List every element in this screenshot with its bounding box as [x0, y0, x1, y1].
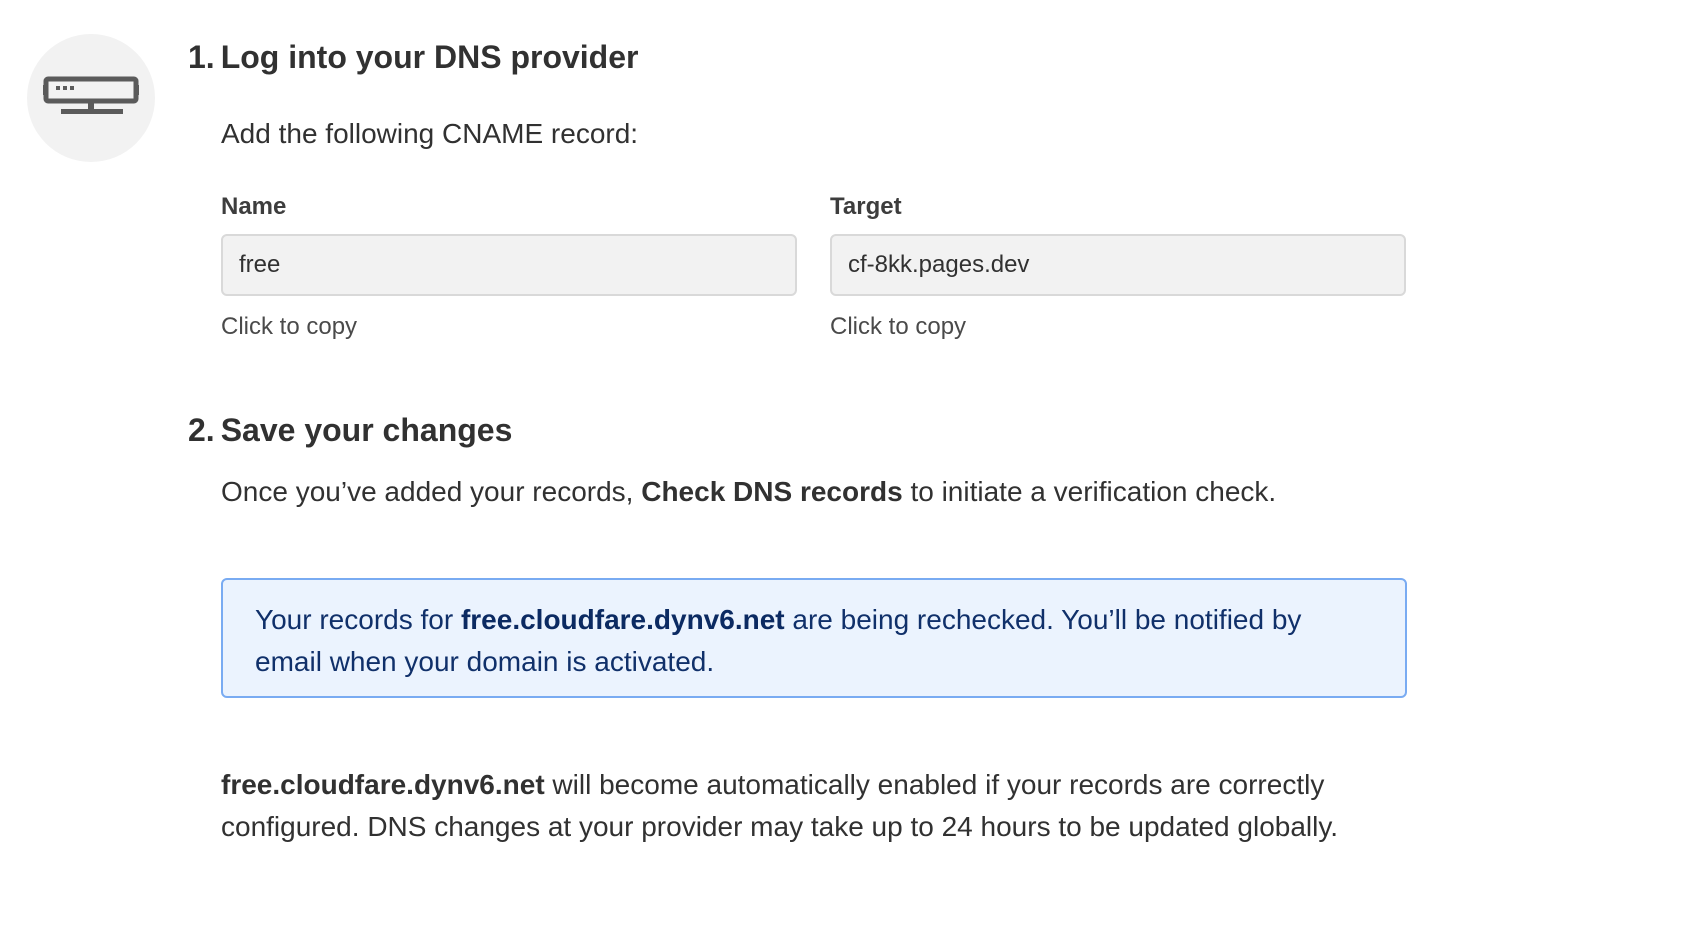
check-dns-records-text: Check DNS records — [641, 476, 903, 507]
dns-server-icon-badge — [27, 34, 155, 162]
target-copy-field[interactable]: cf-8kk.pages.dev — [830, 234, 1406, 296]
step1-title: Log into your DNS provider — [220, 39, 639, 75]
step2-number: 2. — [188, 412, 215, 448]
footer-domain: free.cloudfare.dynv6.net — [221, 769, 545, 800]
target-copy-hint: Click to copy — [830, 313, 967, 340]
activation-info-text: free.cloudfare.dynv6.net will become aut… — [221, 764, 1421, 848]
step2-heading: 2. Save your changes — [188, 412, 512, 449]
step1-intro: Add the following CNAME record: — [221, 118, 639, 149]
step1-number: 1. — [188, 39, 215, 75]
recheck-notice-banner: Your records for free.cloudfare.dynv6.ne… — [221, 578, 1407, 698]
name-copy-field[interactable]: free — [221, 234, 797, 296]
dns-server-icon — [43, 76, 139, 114]
name-field-label: Name — [221, 193, 287, 220]
step2-title: Save your changes — [220, 412, 513, 448]
step1-heading: 1. Log into your DNS provider — [188, 39, 638, 76]
step2-desc-before: Once you’ve added your records, — [221, 476, 642, 507]
step2-description: Once you’ve added your records, Check DN… — [221, 476, 1276, 508]
step2-desc-after: to initiate a verification check. — [902, 476, 1277, 507]
name-copy-hint: Click to copy — [221, 313, 358, 340]
notice-domain: free.cloudfare.dynv6.net — [460, 604, 785, 635]
target-field-label: Target — [830, 193, 902, 220]
notice-text-before: Your records for — [255, 604, 461, 635]
